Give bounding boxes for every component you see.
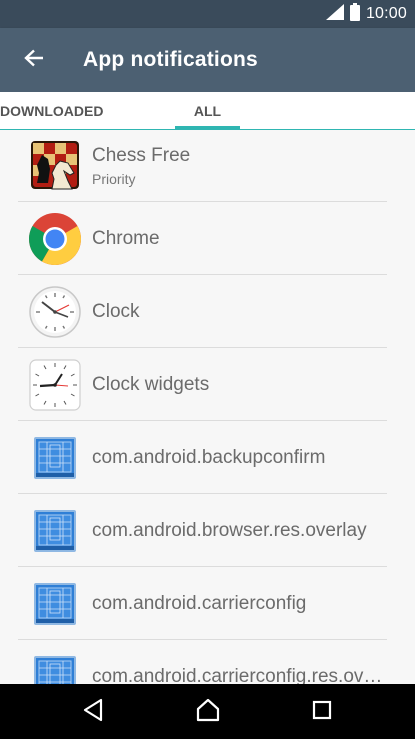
android-default-app-icon xyxy=(28,431,82,485)
app-name: Chess Free xyxy=(92,144,191,166)
app-bar: App notifications xyxy=(0,28,415,92)
app-name: com.android.carrierconfig.res.overlay xyxy=(92,665,391,685)
tab-all[interactable]: ALL xyxy=(175,92,240,129)
list-item-text: Chess Free Priority xyxy=(92,129,391,202)
nav-recents-icon xyxy=(311,699,333,726)
list-item-text: com.android.browser.res.overlay xyxy=(92,494,391,567)
clock-widgets-icon xyxy=(28,358,82,412)
list-item-backupconfirm[interactable]: com.android.backupconfirm xyxy=(0,421,415,494)
list-item-text: com.android.carrierconfig.res.overlay xyxy=(92,640,391,685)
nav-back-button[interactable] xyxy=(70,689,116,735)
nav-back-icon xyxy=(82,698,104,727)
battery-icon xyxy=(349,2,360,26)
app-name: Clock widgets xyxy=(92,373,210,395)
list-item-text: com.android.backupconfirm xyxy=(92,421,391,494)
list-item-chrome[interactable]: Chrome xyxy=(0,202,415,275)
android-default-app-icon xyxy=(28,650,82,684)
arrow-back-icon xyxy=(24,49,44,72)
list-item-browser-res-overlay[interactable]: com.android.browser.res.overlay xyxy=(0,494,415,567)
android-default-app-icon xyxy=(28,504,82,558)
app-subtitle: Priority xyxy=(92,170,136,187)
nav-recents-button[interactable] xyxy=(299,689,345,735)
app-name: Chrome xyxy=(92,227,160,249)
app-list[interactable]: Chess Free Priority Chrome Clock Clock w… xyxy=(0,129,415,684)
app-name: com.android.backupconfirm xyxy=(92,446,326,468)
chrome-icon xyxy=(28,212,82,266)
tab-bar: DOWNLOADED ALL xyxy=(0,92,415,130)
list-item-clock[interactable]: Clock xyxy=(0,275,415,348)
list-item-text: Chrome xyxy=(92,202,391,275)
list-item-chess-free[interactable]: Chess Free Priority xyxy=(0,129,415,202)
nav-home-button[interactable] xyxy=(185,689,231,735)
android-default-app-icon xyxy=(28,577,82,631)
status-icons: 10:00 xyxy=(325,0,407,28)
status-bar: 10:00 xyxy=(0,0,415,28)
app-name: Clock xyxy=(92,300,140,322)
app-name: com.android.browser.res.overlay xyxy=(92,519,367,541)
list-item-text: Clock xyxy=(92,275,391,348)
page-title: App notifications xyxy=(83,48,258,71)
list-item-clock-widgets[interactable]: Clock widgets xyxy=(0,348,415,421)
clock-icon xyxy=(28,285,82,339)
list-item-text: com.android.carrierconfig xyxy=(92,567,391,640)
signal-icon xyxy=(325,3,344,25)
app-name: com.android.carrierconfig xyxy=(92,592,307,614)
chess-icon xyxy=(28,139,82,193)
list-item-text: Clock widgets xyxy=(92,348,391,421)
back-button[interactable] xyxy=(12,38,56,82)
nav-home-icon xyxy=(195,698,221,727)
status-time: 10:00 xyxy=(365,5,407,22)
navigation-bar xyxy=(0,684,415,739)
list-item-carrierconfig[interactable]: com.android.carrierconfig xyxy=(0,567,415,640)
tab-downloaded[interactable]: DOWNLOADED xyxy=(0,92,108,129)
list-item-carrierconfig-res-overlay[interactable]: com.android.carrierconfig.res.overlay xyxy=(0,640,415,684)
